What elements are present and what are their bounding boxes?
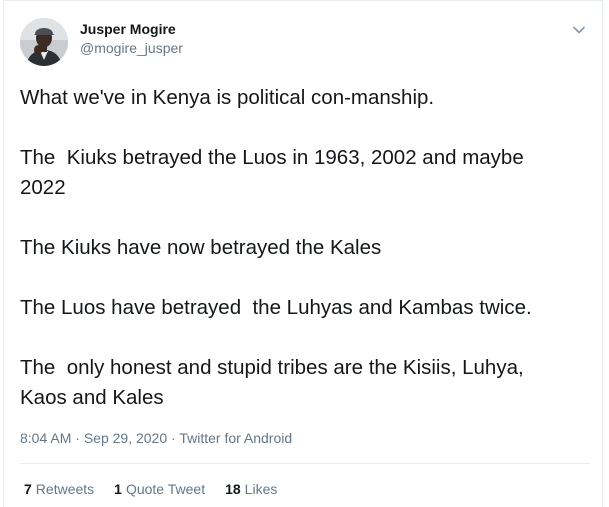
- tweet-source[interactable]: Twitter for Android: [179, 430, 292, 446]
- author-handle[interactable]: @mogire_jusper: [80, 39, 183, 58]
- avatar[interactable]: [20, 18, 68, 66]
- author-display-name[interactable]: Jusper Mogire: [80, 20, 183, 39]
- meta-separator: ·: [75, 430, 80, 446]
- retweets-count: 7: [24, 481, 32, 497]
- tweet-text: What we've in Kenya is political con-man…: [20, 86, 532, 409]
- author-names: Jusper Mogire @mogire_jusper: [80, 20, 183, 58]
- chevron-down-icon[interactable]: [570, 21, 588, 39]
- divider: [20, 463, 590, 464]
- likes-count: 18: [225, 481, 241, 497]
- tweet-card: Jusper Mogire @mogire_jusper What we've …: [3, 0, 603, 507]
- likes-stat[interactable]: 18 Likes: [225, 480, 277, 499]
- meta-separator: ·: [171, 430, 176, 446]
- quote-tweets-stat[interactable]: 1 Quote Tweet: [114, 480, 205, 499]
- avatar-image: [20, 18, 68, 66]
- tweet-meta: 8:04 AM · Sep 29, 2020 · Twitter for And…: [20, 429, 292, 448]
- tweet-date[interactable]: Sep 29, 2020: [84, 430, 167, 446]
- quote-tweets-label: Quote Tweet: [125, 481, 206, 497]
- retweets-label: Retweets: [35, 481, 95, 497]
- tweet-stats: 7 Retweets 1 Quote Tweet 18 Likes: [24, 480, 297, 499]
- likes-label: Likes: [244, 481, 278, 497]
- retweets-stat[interactable]: 7 Retweets: [24, 480, 94, 499]
- tweet-header: Jusper Mogire @mogire_jusper: [20, 17, 183, 67]
- tweet-time[interactable]: 8:04 AM: [20, 430, 71, 446]
- quote-tweets-count: 1: [114, 481, 122, 497]
